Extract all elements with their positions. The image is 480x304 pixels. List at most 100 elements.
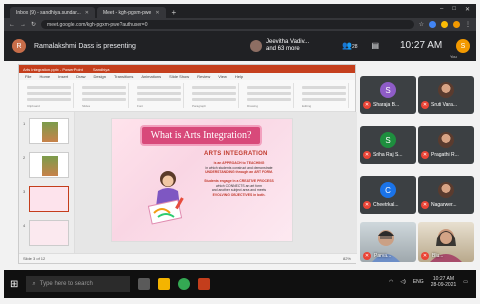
menu-insert[interactable]: Insert [58, 74, 68, 79]
windows-taskbar: ⊞ ⌕ Type here to search ◠ ◁) ENG 10:27 A… [4, 270, 476, 298]
current-slide[interactable]: What is Arts Integration? ARTS INTEGRATI… [111, 118, 293, 242]
child-painting-illustration [147, 171, 184, 225]
joined-name: Jeevitha Vadiv... [266, 39, 310, 45]
slide-thumbnail[interactable]: 1 [23, 118, 69, 144]
participant-photo [438, 82, 454, 98]
url-input[interactable]: meet.google.com/kgh-pgxm-pwe?authuser=0 [41, 20, 414, 29]
ribbon-group[interactable]: Clipboard [25, 83, 74, 108]
meeting-clock: 10:27 AM [400, 40, 443, 51]
ribbon-group[interactable]: Editing [300, 83, 349, 108]
joined-avatar [250, 40, 262, 52]
participant-name: Sriha Raj S... [373, 152, 403, 158]
menu-kebab-icon[interactable]: ⋮ [465, 21, 471, 28]
menu-transitions[interactable]: Transitions [114, 74, 133, 79]
task-view-icon[interactable] [138, 278, 151, 290]
menu-review[interactable]: Review [197, 74, 210, 79]
participant-name: Blu... [432, 253, 444, 259]
participant-name: Sharaja B... [373, 102, 400, 108]
ribbon-group[interactable]: Drawing [245, 83, 294, 108]
browser-tab-strip: Inbox (9) - sandhiya.sundar... ✕ Meet - … [4, 4, 476, 18]
back-icon[interactable]: ← [9, 22, 15, 28]
ribbon-group-label: Paragraph [192, 104, 207, 108]
taskbar-search-input[interactable]: ⌕ Type here to search [26, 276, 131, 292]
ppt-doc-title: Arts Integration.pptx - PowerPoint [23, 66, 83, 72]
extension-icon[interactable] [441, 21, 448, 28]
mic-off-icon: ✕ [363, 252, 371, 260]
menu-file[interactable]: File [25, 74, 31, 79]
close-tab-icon[interactable]: ✕ [85, 10, 89, 16]
menu-view[interactable]: View [218, 74, 227, 79]
reload-icon[interactable]: ↻ [31, 21, 36, 28]
ribbon-group[interactable]: Slides [80, 83, 129, 108]
tab-label: Meet - kgh-pgxm-pwe [102, 9, 152, 16]
participant-tile[interactable]: C ✕ Cheetrkal... [360, 176, 416, 214]
taskbar-clock[interactable]: 10:27 AM 28-09-2021 [431, 276, 457, 288]
menu-help[interactable]: Help [235, 74, 243, 79]
browser-tab-meet[interactable]: Meet - kgh-pgxm-pwe ✕ [96, 7, 166, 18]
ppt-ribbon: Clipboard Slides Font Paragraph Drawing … [19, 80, 355, 112]
slide-thumbnail-selected[interactable]: 3 [23, 186, 69, 212]
close-window-button[interactable]: ✕ [465, 6, 470, 13]
menu-draw[interactable]: Draw [76, 74, 85, 79]
browser-tab-inbox[interactable]: Inbox (9) - sandhiya.sundar... ✕ [10, 7, 95, 18]
chat-icon[interactable]: ▤ [372, 41, 380, 50]
mic-off-icon: ✕ [421, 101, 429, 109]
mic-off-icon: ✕ [421, 201, 429, 209]
language-indicator[interactable]: ENG [413, 279, 424, 285]
slide-heading: ARTS INTEGRATION [204, 151, 268, 157]
address-bar: ← → ↻ meet.google.com/kgh-pgxm-pwe?authu… [4, 18, 476, 31]
profile-avatar[interactable] [453, 21, 460, 28]
network-icon[interactable]: ◠ [389, 279, 393, 285]
participant-avatar: S [380, 132, 396, 148]
volume-icon[interactable]: ◁) [400, 279, 406, 285]
slide-title: What is Arts Integration? [142, 127, 260, 144]
participant-tile[interactable]: ✕ Sruti Vara... [418, 76, 474, 114]
ribbon-group-label: Font [137, 104, 144, 108]
close-tab-icon[interactable]: ✕ [155, 10, 159, 16]
slide-number: 1 [23, 121, 26, 126]
zoom-level[interactable]: 82% [343, 256, 351, 261]
menu-animations[interactable]: Animations [141, 74, 161, 79]
chrome-icon[interactable] [178, 278, 191, 290]
extension-icon[interactable] [429, 21, 436, 28]
people-icon[interactable]: 👥28 [342, 41, 358, 50]
participant-tile[interactable]: ✕ Nagarwer... [418, 176, 474, 214]
ppt-menu-bar: File Home Insert Draw Design Transitions… [19, 73, 355, 80]
bookmark-star-icon[interactable]: ☆ [419, 21, 424, 28]
slide-thumbnail[interactable]: 2 [23, 152, 69, 178]
menu-design[interactable]: Design [93, 74, 105, 79]
window-controls: – □ ✕ [440, 6, 470, 13]
ribbon-group[interactable]: Paragraph [190, 83, 239, 108]
search-placeholder: Type here to search [39, 281, 93, 287]
maximize-button[interactable]: □ [452, 6, 456, 13]
powerpoint-icon[interactable] [198, 278, 211, 290]
menu-home[interactable]: Home [39, 74, 50, 79]
participant-name: Pragathi R... [431, 152, 459, 158]
mic-off-icon: ✕ [363, 101, 371, 109]
participant-photo [438, 132, 454, 148]
participant-tile[interactable]: S ✕ Sharaja B... [360, 76, 416, 114]
slide-editor-canvas: What is Arts Integration? ARTS INTEGRATI… [75, 112, 357, 255]
slide-thumbnail[interactable]: 4 [23, 220, 69, 246]
minimize-button[interactable]: – [440, 6, 443, 13]
self-avatar[interactable]: S [456, 39, 470, 53]
participant-tile[interactable]: S ✕ Sriha Raj S... [360, 126, 416, 164]
participant-avatar: C [380, 182, 396, 198]
menu-slideshow[interactable]: Slide Show [169, 74, 189, 79]
ribbon-group[interactable]: Font [135, 83, 184, 108]
mic-off-icon: ✕ [363, 201, 371, 209]
participant-tile[interactable]: ✕ Pragathi R... [418, 126, 474, 164]
ribbon-group-label: Editing [302, 104, 312, 108]
new-tab-button[interactable]: + [172, 8, 177, 17]
ppt-user: Sandhiya [92, 66, 110, 72]
participant-video[interactable]: ✕ Parva... [360, 222, 416, 262]
forward-icon[interactable]: → [20, 22, 26, 28]
notifications-icon[interactable]: ▭ [463, 279, 468, 285]
slide-position: Slide 3 of 12 [23, 256, 46, 261]
file-explorer-icon[interactable] [158, 278, 171, 290]
header-icons: 👥28 ▤ [342, 41, 379, 50]
ribbon-group-label: Slides [82, 104, 91, 108]
participant-video[interactable]: ✕ Blu... [418, 222, 474, 262]
windows-start-icon[interactable]: ⊞ [10, 279, 18, 290]
shared-screen-powerpoint: Arts Integration.pptx - PowerPoint Sandh… [18, 64, 357, 264]
